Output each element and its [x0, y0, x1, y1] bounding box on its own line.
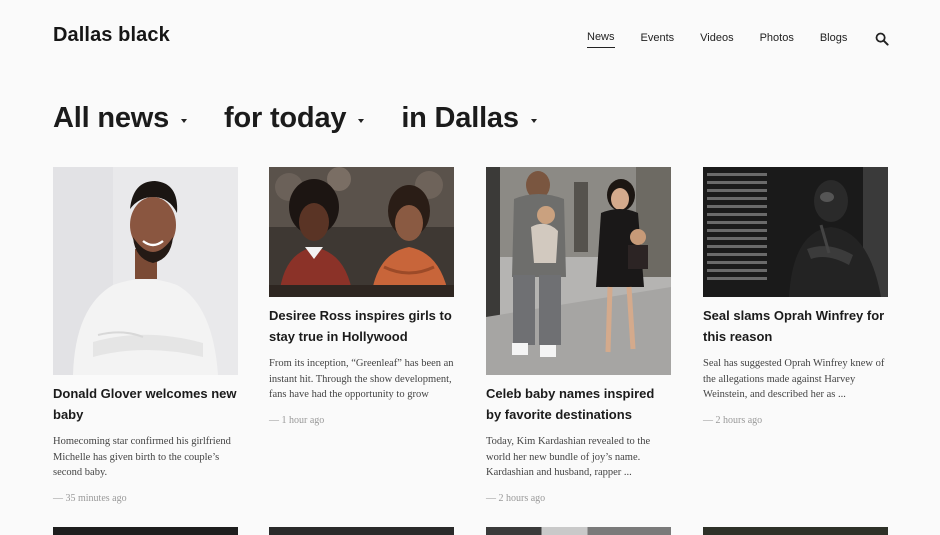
- nav-item-photos[interactable]: Photos: [760, 32, 794, 48]
- time-filter-dropdown[interactable]: for today: [224, 102, 365, 135]
- article-excerpt: From its inception, “Greenleaf” has been…: [269, 358, 454, 400]
- article-excerpt: Seal has suggested Oprah Winfrey knew of…: [703, 358, 885, 400]
- article-timestamp: — 35 minutes ago: [53, 492, 127, 504]
- article-image[interactable]: [53, 167, 238, 375]
- article-image[interactable]: [486, 167, 671, 375]
- chevron-down-icon: [530, 118, 537, 123]
- news-card: Desiree Ross inspires girls to stay true…: [269, 167, 454, 426]
- time-filter-label: for today: [224, 102, 347, 134]
- nav-item-news[interactable]: News: [587, 31, 615, 48]
- article-image[interactable]: [269, 527, 454, 535]
- location-filter-label: in Dallas: [401, 102, 519, 134]
- article-excerpt: Today, Kim Kardashian revealed to the wo…: [486, 436, 651, 478]
- site-logo[interactable]: Dallas black: [53, 24, 170, 47]
- nav-item-videos[interactable]: Videos: [700, 32, 733, 48]
- article-image[interactable]: [269, 167, 454, 297]
- article-image[interactable]: [486, 527, 671, 535]
- site-header: Dallas black News Events Videos Photos B…: [0, 0, 940, 78]
- article-image[interactable]: [703, 527, 888, 535]
- news-card: Celeb baby names inspired by favorite de…: [486, 167, 671, 504]
- article-excerpt: Homecoming star confirmed his girlfriend…: [53, 436, 231, 478]
- topic-filter-dropdown[interactable]: All news: [53, 102, 188, 135]
- article-title[interactable]: Donald Glover welcomes new baby: [53, 383, 238, 425]
- nav-item-blogs[interactable]: Blogs: [820, 32, 848, 48]
- news-filters: All news for today in Dallas: [53, 102, 574, 135]
- main-nav: News Events Videos Photos Blogs: [587, 31, 889, 48]
- article-image[interactable]: [703, 167, 888, 297]
- news-card: Seal slams Oprah Winfrey for this reason…: [703, 167, 888, 426]
- article-title[interactable]: Desiree Ross inspires girls to stay true…: [269, 305, 454, 347]
- article-title[interactable]: Celeb baby names inspired by favorite de…: [486, 383, 671, 425]
- article-title[interactable]: Seal slams Oprah Winfrey for this reason: [703, 305, 888, 347]
- article-timestamp: — 2 hours ago: [703, 414, 763, 426]
- news-card: Donald Glover welcomes new baby Homecomi…: [53, 167, 238, 504]
- chevron-down-icon: [358, 118, 365, 123]
- article-timestamp: — 2 hours ago: [486, 492, 546, 504]
- article-timestamp: — 1 hour ago: [269, 414, 325, 426]
- location-filter-dropdown[interactable]: in Dallas: [401, 102, 537, 135]
- search-icon[interactable]: [875, 32, 889, 46]
- topic-filter-label: All news: [53, 102, 170, 134]
- nav-item-events[interactable]: Events: [641, 32, 675, 48]
- chevron-down-icon: [181, 118, 188, 123]
- article-image[interactable]: [53, 527, 238, 535]
